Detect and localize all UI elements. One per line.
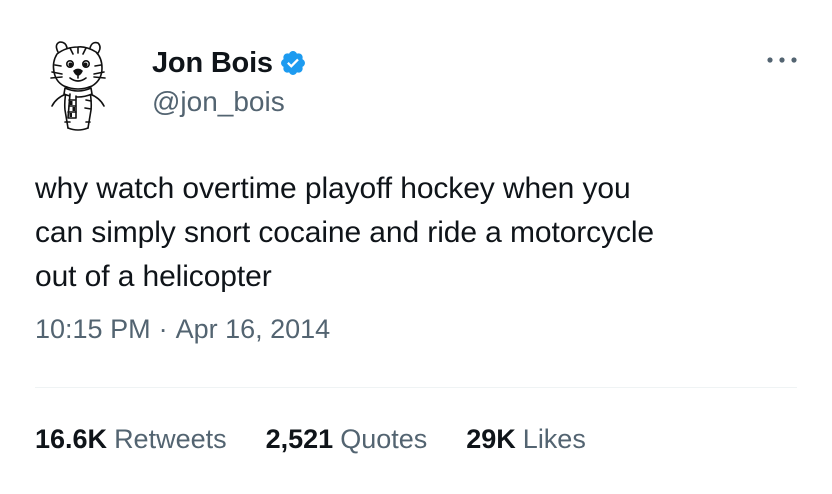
tweet-date[interactable]: Apr 16, 2014 [176, 314, 331, 345]
likes-label: Likes [522, 424, 586, 454]
quotes-count: 2,521 [265, 424, 334, 454]
tweet-time[interactable]: 10:15 PM [35, 314, 151, 345]
tweet-timestamp: 10:15 PM · Apr 16, 2014 [35, 314, 330, 345]
divider [35, 387, 797, 388]
author-handle[interactable]: @jon_bois [152, 86, 285, 118]
meta-separator: · [158, 314, 168, 344]
tweet-text: why watch overtime playoff hockey when y… [35, 172, 655, 293]
author-name-row: Jon Bois [152, 44, 307, 82]
retweets-label: Retweets [114, 424, 227, 454]
author-display-name[interactable]: Jon Bois [152, 47, 273, 80]
likes-count: 29K [466, 424, 516, 454]
engagement-stats: 16.6K Retweets 2,521 Quotes 29K Likes [35, 424, 625, 455]
quotes-stat[interactable]: 2,521 Quotes [266, 424, 428, 455]
verified-badge-icon [280, 51, 305, 75]
author-avatar[interactable] [40, 38, 116, 136]
retweets-count: 16.6K [35, 424, 108, 454]
quotes-label: Quotes [340, 424, 428, 454]
tweet-card: Jon Bois @jon_bois why watch overtime pl… [0, 0, 832, 494]
retweets-stat[interactable]: 16.6K Retweets [35, 424, 227, 455]
likes-stat[interactable]: 29K Likes [466, 424, 586, 455]
more-options-icon[interactable] [762, 52, 802, 68]
